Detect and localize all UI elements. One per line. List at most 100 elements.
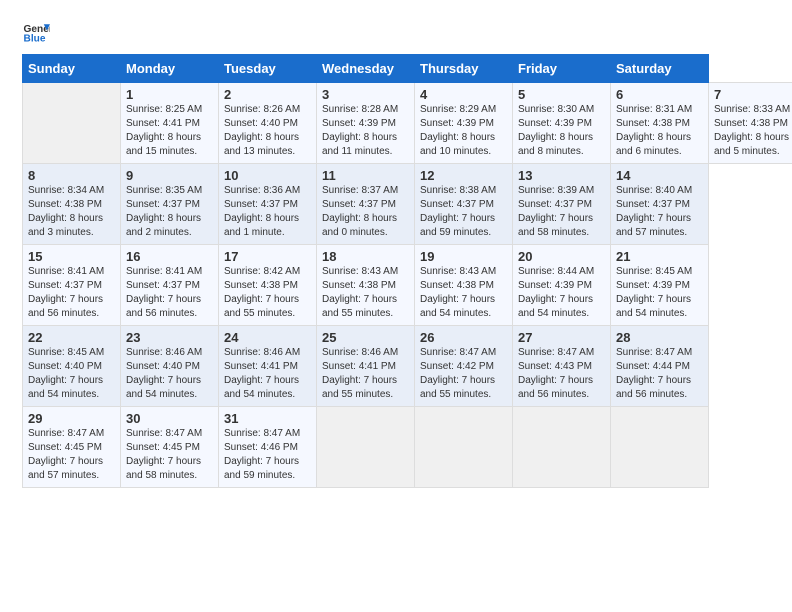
day-cell: 2 Sunrise: 8:26 AMSunset: 4:40 PMDayligh… (219, 83, 317, 164)
logo: General Blue (22, 18, 50, 46)
week-row-1: 8 Sunrise: 8:34 AMSunset: 4:38 PMDayligh… (23, 164, 792, 245)
day-info: Sunrise: 8:46 AMSunset: 4:41 PMDaylight:… (322, 347, 398, 400)
col-header-wednesday: Wednesday (317, 55, 415, 83)
day-info: Sunrise: 8:31 AMSunset: 4:38 PMDaylight:… (616, 104, 692, 157)
day-number: 2 (224, 87, 311, 102)
day-number: 21 (616, 249, 703, 264)
day-cell: 5 Sunrise: 8:30 AMSunset: 4:39 PMDayligh… (513, 83, 611, 164)
day-info: Sunrise: 8:43 AMSunset: 4:38 PMDaylight:… (420, 266, 496, 319)
day-number: 17 (224, 249, 311, 264)
week-row-3: 22 Sunrise: 8:45 AMSunset: 4:40 PMDaylig… (23, 326, 792, 407)
day-cell (415, 407, 513, 488)
logo-icon: General Blue (22, 18, 50, 46)
header-row: SundayMondayTuesdayWednesdayThursdayFrid… (23, 55, 792, 83)
day-info: Sunrise: 8:47 AMSunset: 4:45 PMDaylight:… (28, 428, 104, 481)
day-info: Sunrise: 8:34 AMSunset: 4:38 PMDaylight:… (28, 185, 104, 238)
day-cell: 6 Sunrise: 8:31 AMSunset: 4:38 PMDayligh… (611, 83, 709, 164)
day-number: 12 (420, 168, 507, 183)
day-info: Sunrise: 8:47 AMSunset: 4:42 PMDaylight:… (420, 347, 496, 400)
day-info: Sunrise: 8:28 AMSunset: 4:39 PMDaylight:… (322, 104, 398, 157)
day-cell: 22 Sunrise: 8:45 AMSunset: 4:40 PMDaylig… (23, 326, 121, 407)
day-number: 10 (224, 168, 311, 183)
day-cell: 30 Sunrise: 8:47 AMSunset: 4:45 PMDaylig… (121, 407, 219, 488)
day-cell: 7 Sunrise: 8:33 AMSunset: 4:38 PMDayligh… (709, 83, 792, 164)
day-cell (317, 407, 415, 488)
day-cell: 4 Sunrise: 8:29 AMSunset: 4:39 PMDayligh… (415, 83, 513, 164)
day-info: Sunrise: 8:47 AMSunset: 4:43 PMDaylight:… (518, 347, 594, 400)
day-cell: 9 Sunrise: 8:35 AMSunset: 4:37 PMDayligh… (121, 164, 219, 245)
day-info: Sunrise: 8:39 AMSunset: 4:37 PMDaylight:… (518, 185, 594, 238)
day-info: Sunrise: 8:40 AMSunset: 4:37 PMDaylight:… (616, 185, 692, 238)
day-cell: 1 Sunrise: 8:25 AMSunset: 4:41 PMDayligh… (121, 83, 219, 164)
day-cell (611, 407, 709, 488)
day-cell: 29 Sunrise: 8:47 AMSunset: 4:45 PMDaylig… (23, 407, 121, 488)
page: General Blue SundayMondayTuesdayWednesda… (0, 0, 792, 498)
day-cell: 19 Sunrise: 8:43 AMSunset: 4:38 PMDaylig… (415, 245, 513, 326)
day-cell: 26 Sunrise: 8:47 AMSunset: 4:42 PMDaylig… (415, 326, 513, 407)
day-cell: 23 Sunrise: 8:46 AMSunset: 4:40 PMDaylig… (121, 326, 219, 407)
week-row-2: 15 Sunrise: 8:41 AMSunset: 4:37 PMDaylig… (23, 245, 792, 326)
day-number: 7 (714, 87, 792, 102)
day-number: 28 (616, 330, 703, 345)
day-number: 22 (28, 330, 115, 345)
day-number: 3 (322, 87, 409, 102)
svg-text:Blue: Blue (24, 33, 46, 44)
day-number: 6 (616, 87, 703, 102)
day-info: Sunrise: 8:42 AMSunset: 4:38 PMDaylight:… (224, 266, 300, 319)
day-info: Sunrise: 8:26 AMSunset: 4:40 PMDaylight:… (224, 104, 300, 157)
day-number: 16 (126, 249, 213, 264)
calendar-table: SundayMondayTuesdayWednesdayThursdayFrid… (22, 54, 792, 488)
day-info: Sunrise: 8:45 AMSunset: 4:39 PMDaylight:… (616, 266, 692, 319)
day-info: Sunrise: 8:44 AMSunset: 4:39 PMDaylight:… (518, 266, 594, 319)
day-cell: 28 Sunrise: 8:47 AMSunset: 4:44 PMDaylig… (611, 326, 709, 407)
day-cell: 16 Sunrise: 8:41 AMSunset: 4:37 PMDaylig… (121, 245, 219, 326)
day-cell: 20 Sunrise: 8:44 AMSunset: 4:39 PMDaylig… (513, 245, 611, 326)
day-number: 1 (126, 87, 213, 102)
day-info: Sunrise: 8:46 AMSunset: 4:41 PMDaylight:… (224, 347, 300, 400)
day-number: 8 (28, 168, 115, 183)
day-info: Sunrise: 8:41 AMSunset: 4:37 PMDaylight:… (28, 266, 104, 319)
day-info: Sunrise: 8:43 AMSunset: 4:38 PMDaylight:… (322, 266, 398, 319)
day-number: 15 (28, 249, 115, 264)
col-header-sunday: Sunday (23, 55, 121, 83)
day-info: Sunrise: 8:25 AMSunset: 4:41 PMDaylight:… (126, 104, 202, 157)
day-info: Sunrise: 8:30 AMSunset: 4:39 PMDaylight:… (518, 104, 594, 157)
week-row-4: 29 Sunrise: 8:47 AMSunset: 4:45 PMDaylig… (23, 407, 792, 488)
day-cell: 21 Sunrise: 8:45 AMSunset: 4:39 PMDaylig… (611, 245, 709, 326)
day-number: 24 (224, 330, 311, 345)
day-number: 25 (322, 330, 409, 345)
day-number: 27 (518, 330, 605, 345)
col-header-monday: Monday (121, 55, 219, 83)
day-number: 26 (420, 330, 507, 345)
day-cell: 12 Sunrise: 8:38 AMSunset: 4:37 PMDaylig… (415, 164, 513, 245)
day-info: Sunrise: 8:35 AMSunset: 4:37 PMDaylight:… (126, 185, 202, 238)
day-number: 5 (518, 87, 605, 102)
day-info: Sunrise: 8:47 AMSunset: 4:46 PMDaylight:… (224, 428, 300, 481)
day-number: 9 (126, 168, 213, 183)
day-cell: 27 Sunrise: 8:47 AMSunset: 4:43 PMDaylig… (513, 326, 611, 407)
day-number: 11 (322, 168, 409, 183)
day-cell: 14 Sunrise: 8:40 AMSunset: 4:37 PMDaylig… (611, 164, 709, 245)
day-info: Sunrise: 8:36 AMSunset: 4:37 PMDaylight:… (224, 185, 300, 238)
day-cell: 10 Sunrise: 8:36 AMSunset: 4:37 PMDaylig… (219, 164, 317, 245)
day-info: Sunrise: 8:47 AMSunset: 4:44 PMDaylight:… (616, 347, 692, 400)
day-info: Sunrise: 8:33 AMSunset: 4:38 PMDaylight:… (714, 104, 790, 157)
day-cell: 11 Sunrise: 8:37 AMSunset: 4:37 PMDaylig… (317, 164, 415, 245)
day-cell: 31 Sunrise: 8:47 AMSunset: 4:46 PMDaylig… (219, 407, 317, 488)
header: General Blue (22, 18, 770, 46)
col-header-tuesday: Tuesday (219, 55, 317, 83)
day-number: 31 (224, 411, 311, 426)
col-header-thursday: Thursday (415, 55, 513, 83)
day-number: 29 (28, 411, 115, 426)
day-number: 19 (420, 249, 507, 264)
day-cell: 3 Sunrise: 8:28 AMSunset: 4:39 PMDayligh… (317, 83, 415, 164)
week-row-0: 1 Sunrise: 8:25 AMSunset: 4:41 PMDayligh… (23, 83, 792, 164)
day-cell: 15 Sunrise: 8:41 AMSunset: 4:37 PMDaylig… (23, 245, 121, 326)
day-info: Sunrise: 8:41 AMSunset: 4:37 PMDaylight:… (126, 266, 202, 319)
day-number: 13 (518, 168, 605, 183)
day-number: 30 (126, 411, 213, 426)
day-info: Sunrise: 8:47 AMSunset: 4:45 PMDaylight:… (126, 428, 202, 481)
day-cell: 18 Sunrise: 8:43 AMSunset: 4:38 PMDaylig… (317, 245, 415, 326)
day-info: Sunrise: 8:37 AMSunset: 4:37 PMDaylight:… (322, 185, 398, 238)
day-cell (513, 407, 611, 488)
